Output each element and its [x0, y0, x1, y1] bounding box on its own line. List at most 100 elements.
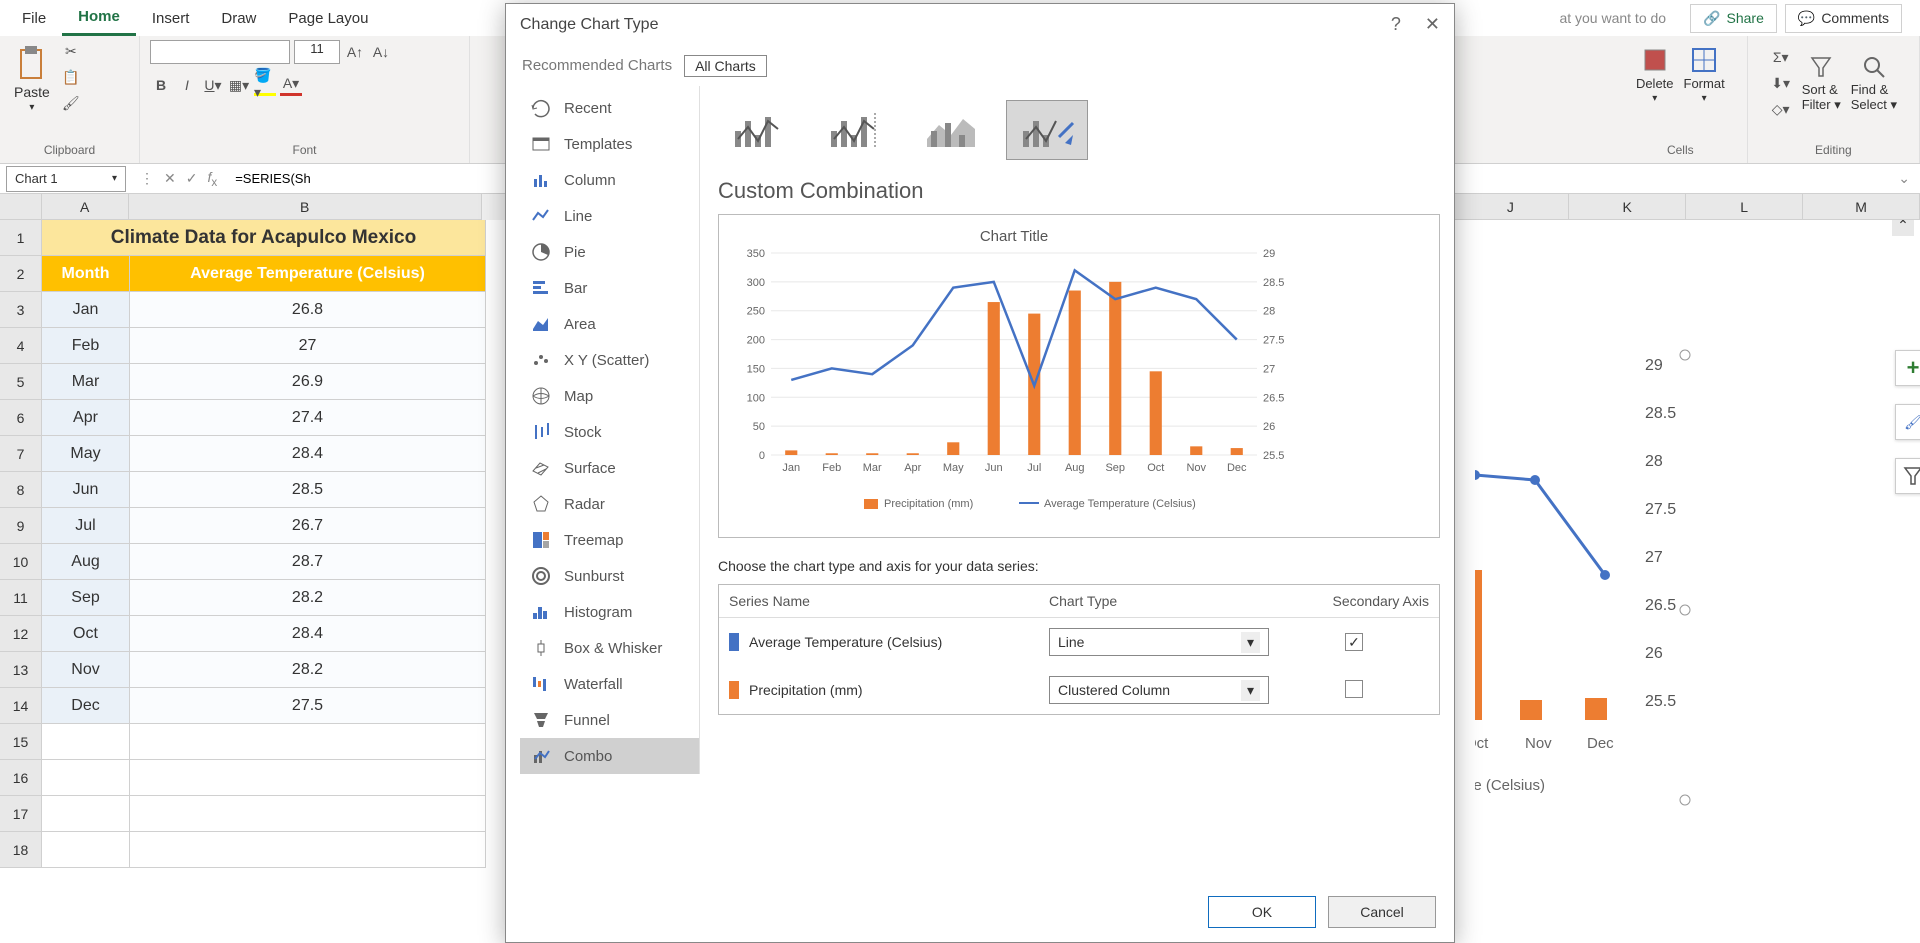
- cell-temp[interactable]: 28.2: [130, 652, 486, 688]
- select-all-corner[interactable]: [0, 194, 42, 220]
- chart-type-select[interactable]: Line▾: [1049, 628, 1269, 656]
- accept-formula-icon[interactable]: ✓: [186, 170, 198, 187]
- name-box[interactable]: Chart 1▾: [6, 166, 126, 192]
- all-charts-tab[interactable]: All Charts: [684, 55, 767, 77]
- cell-temp[interactable]: 27.4: [130, 400, 486, 436]
- cell-month[interactable]: Jul: [42, 508, 130, 544]
- font-family-select[interactable]: [150, 40, 290, 64]
- chart-type-bar[interactable]: Bar: [520, 270, 699, 306]
- recommended-charts-tab[interactable]: Recommended Charts: [520, 53, 674, 78]
- row-header[interactable]: 6: [0, 400, 42, 436]
- format-painter-icon[interactable]: 🖌: [60, 92, 82, 114]
- cell-temp[interactable]: 26.9: [130, 364, 486, 400]
- row-header[interactable]: 8: [0, 472, 42, 508]
- delete-cells-button[interactable]: Delete▾: [1636, 46, 1674, 104]
- cell-temp[interactable]: 28.7: [130, 544, 486, 580]
- chart-type-select[interactable]: Clustered Column▾: [1049, 676, 1269, 704]
- chart-type-recent[interactable]: Recent: [520, 90, 699, 126]
- cut-icon[interactable]: ✂: [60, 40, 82, 62]
- chart-elements-button[interactable]: +: [1895, 350, 1920, 386]
- tab-home[interactable]: Home: [62, 0, 136, 36]
- fill-color-button[interactable]: 🪣▾: [254, 74, 276, 96]
- chart-type-box-whisker[interactable]: Box & Whisker: [520, 630, 699, 666]
- combo-subtype-1[interactable]: [718, 100, 800, 160]
- tab-insert[interactable]: Insert: [136, 2, 206, 35]
- cell-month[interactable]: Sep: [42, 580, 130, 616]
- font-size-select[interactable]: 11: [294, 40, 340, 64]
- cancel-formula-icon[interactable]: ✕: [164, 170, 176, 187]
- row-header[interactable]: 10: [0, 544, 42, 580]
- chart-type-combo[interactable]: Combo: [520, 738, 699, 774]
- row-header[interactable]: 12: [0, 616, 42, 652]
- chart-type-sunburst[interactable]: Sunburst: [520, 558, 699, 594]
- chart-filters-button[interactable]: [1895, 458, 1920, 494]
- font-color-button[interactable]: A▾: [280, 74, 302, 96]
- expand-formula-icon[interactable]: ⌄: [1888, 170, 1920, 187]
- fx-icon[interactable]: fx: [207, 169, 217, 189]
- cell-month[interactable]: May: [42, 436, 130, 472]
- chart-type-histogram[interactable]: Histogram: [520, 594, 699, 630]
- share-button[interactable]: 🔗Share: [1690, 4, 1777, 33]
- bold-button[interactable]: B: [150, 74, 172, 96]
- col-header-j[interactable]: J: [1452, 194, 1569, 220]
- col-header-k[interactable]: K: [1569, 194, 1686, 220]
- combo-subtype-custom[interactable]: [1006, 100, 1088, 160]
- cell-month[interactable]: Nov: [42, 652, 130, 688]
- chart-type-x-y-scatter-[interactable]: X Y (Scatter): [520, 342, 699, 378]
- embedded-chart[interactable]: 2928.52827.52726.52625.5 Oct Nov Dec ire…: [1475, 330, 1920, 850]
- cell-temp[interactable]: 26.7: [130, 508, 486, 544]
- col-header-b[interactable]: B: [129, 194, 482, 220]
- combo-subtype-3[interactable]: [910, 100, 992, 160]
- chart-type-templates[interactable]: Templates: [520, 126, 699, 162]
- row-header[interactable]: 13: [0, 652, 42, 688]
- row-header[interactable]: 9: [0, 508, 42, 544]
- empty-cell[interactable]: [42, 832, 130, 868]
- tab-draw[interactable]: Draw: [205, 2, 272, 35]
- chart-type-surface[interactable]: Surface: [520, 450, 699, 486]
- empty-cell[interactable]: [130, 760, 486, 796]
- empty-cell[interactable]: [42, 760, 130, 796]
- chart-styles-button[interactable]: 🖌: [1895, 404, 1920, 440]
- cell-month[interactable]: Feb: [42, 328, 130, 364]
- copy-icon[interactable]: 📋: [60, 66, 82, 88]
- cell-month[interactable]: Jan: [42, 292, 130, 328]
- row-header[interactable]: 4: [0, 328, 42, 364]
- row-header[interactable]: 1: [0, 220, 42, 256]
- row-header[interactable]: 2: [0, 256, 42, 292]
- chart-type-pie[interactable]: Pie: [520, 234, 699, 270]
- row-header[interactable]: 14: [0, 688, 42, 724]
- tab-page-layout[interactable]: Page Layou: [272, 2, 384, 35]
- chart-type-area[interactable]: Area: [520, 306, 699, 342]
- empty-cell[interactable]: [130, 724, 486, 760]
- cell-month[interactable]: Jun: [42, 472, 130, 508]
- cell-month[interactable]: Oct: [42, 616, 130, 652]
- chart-type-treemap[interactable]: Treemap: [520, 522, 699, 558]
- grow-font-icon[interactable]: A↑: [344, 41, 366, 63]
- chart-type-column[interactable]: Column: [520, 162, 699, 198]
- empty-cell[interactable]: [42, 724, 130, 760]
- title-cell[interactable]: Climate Data for Acapulco Mexico: [42, 220, 486, 256]
- cell-temp[interactable]: 28.2: [130, 580, 486, 616]
- close-button[interactable]: ✕: [1425, 14, 1440, 35]
- empty-cell[interactable]: [130, 796, 486, 832]
- format-cells-button[interactable]: Format▾: [1684, 46, 1725, 104]
- row-header[interactable]: 17: [0, 796, 42, 832]
- cell-month[interactable]: Apr: [42, 400, 130, 436]
- row-header[interactable]: 5: [0, 364, 42, 400]
- row-header[interactable]: 16: [0, 760, 42, 796]
- chart-type-waterfall[interactable]: Waterfall: [520, 666, 699, 702]
- ok-button[interactable]: OK: [1208, 896, 1316, 928]
- shrink-font-icon[interactable]: A↓: [370, 41, 392, 63]
- secondary-axis-checkbox[interactable]: [1345, 680, 1363, 698]
- autosum-icon[interactable]: Σ▾: [1770, 46, 1792, 68]
- chart-type-stock[interactable]: Stock: [520, 414, 699, 450]
- row-header[interactable]: 11: [0, 580, 42, 616]
- cell-temp[interactable]: 28.4: [130, 436, 486, 472]
- empty-cell[interactable]: [130, 832, 486, 868]
- chart-type-radar[interactable]: Radar: [520, 486, 699, 522]
- cell-temp[interactable]: 27.5: [130, 688, 486, 724]
- fill-icon[interactable]: ⬇▾: [1770, 72, 1792, 94]
- borders-button[interactable]: ▦▾: [228, 74, 250, 96]
- formula-dropdown-icon[interactable]: ⋮: [140, 170, 154, 187]
- underline-button[interactable]: U▾: [202, 74, 224, 96]
